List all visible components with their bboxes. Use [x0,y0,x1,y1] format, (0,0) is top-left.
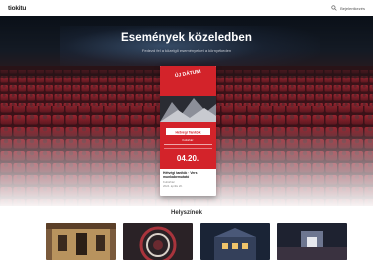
event-title[interactable]: Hétvégi tanítók · Vers munkabemutató [163,171,213,179]
featured-event-card[interactable]: ÚJ DÁTUM Hétvégi Tanítók Kultúrház 04.20… [160,66,216,196]
venue-image-theatre-facade [46,223,116,260]
search-icon[interactable] [331,5,337,11]
hero-subtitle: Fedezd fel a közelgő eseményeket a körny… [141,48,232,53]
top-navigation: tiokitu Bejelentkezés [0,0,373,16]
site-logo[interactable]: tiokitu [8,5,26,12]
poster-tagline: Kultúrház [183,138,195,142]
venues-heading: Helyszínek [170,210,203,216]
account-link[interactable]: Bejelentkezés [340,6,365,11]
poster-date: 04.20. [177,154,199,163]
account-area: Bejelentkezés [331,5,365,11]
venues-list [46,223,347,260]
venue-image-circular-hall [123,223,193,260]
event-date: 2024. április 20. [163,183,183,188]
poster-heading: Hétvégi Tanítók [176,131,201,135]
venue-image-concert-stage [277,223,347,260]
hero-title: Események közeledben [120,32,253,44]
venue-image-night-building [200,223,270,260]
venue-tile[interactable] [200,223,270,260]
venue-tile[interactable] [277,223,347,260]
venue-tile[interactable] [46,223,116,260]
venue-tile[interactable] [123,223,193,260]
event-poster: ÚJ DÁTUM Hétvégi Tanítók Kultúrház 04.20… [160,66,216,169]
event-meta: Kultúrház 2024. április 20. [163,180,213,189]
